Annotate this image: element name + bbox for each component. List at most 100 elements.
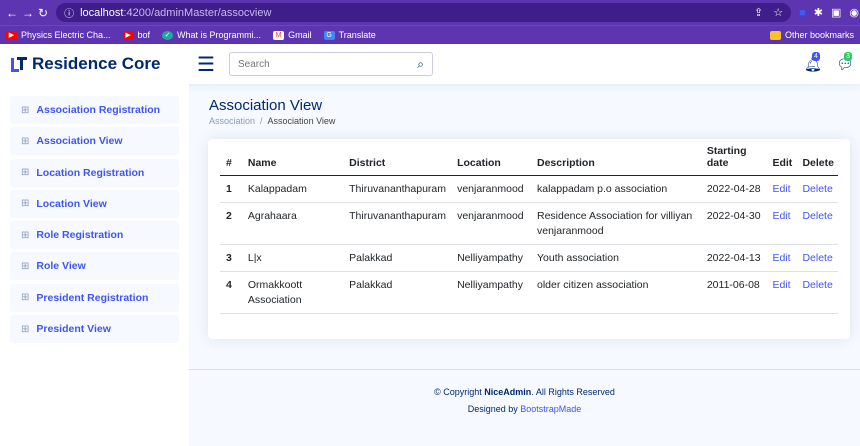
delete-link[interactable]: Delete: [802, 183, 832, 195]
reload-icon[interactable]: ↻: [38, 6, 48, 20]
edit-link[interactable]: Edit: [772, 279, 790, 291]
table-row: 1 Kalappadam Thiruvananthapuram venjaran…: [220, 175, 838, 203]
cell-date: 2022-04-13: [700, 244, 767, 272]
cell-name: Kalappadam: [241, 175, 344, 203]
cell-name: Ormakkoott Association: [241, 271, 344, 314]
sidebar-item-role-registration[interactable]: ⊞ Role Registration: [10, 221, 179, 250]
gmail-icon: M: [273, 30, 285, 40]
extension-icon[interactable]: ■: [799, 7, 806, 19]
sidebar-item-president-view[interactable]: ⊞ President View: [10, 315, 179, 344]
app-header: Residence Core ☰ ⌕ 🔔︎4 💬︎3: [0, 44, 860, 84]
cell-delete: Delete: [796, 271, 838, 314]
cell-district: Thiruvananthapuram: [343, 202, 452, 245]
grid-icon: ⊞: [21, 323, 30, 335]
cell-num: 2: [220, 202, 242, 245]
grid-icon: ⊞: [21, 292, 30, 304]
address-bar[interactable]: ⓘ localhost:4200/adminMaster/assocview ⇪…: [56, 3, 792, 22]
toggle-sidebar-icon[interactable]: ☰: [197, 52, 217, 77]
search-icon[interactable]: ⌕: [417, 57, 424, 72]
sidebar-item-location-registration[interactable]: ⊞ Location Registration: [10, 158, 179, 187]
search-input[interactable]: [238, 58, 418, 70]
table-header-row: # Name District Location Description Sta…: [220, 145, 838, 176]
cell-delete: Delete: [796, 175, 838, 203]
bookmark-item[interactable]: ✓ What is Programmi...: [162, 30, 261, 40]
designer-link[interactable]: BootstrapMade: [520, 404, 581, 414]
sidepanel-icon[interactable]: ▣: [831, 6, 841, 19]
bookmark-label: bof: [137, 30, 151, 40]
sidebar-item-association-view[interactable]: ⊞ Association View: [10, 127, 179, 156]
back-icon[interactable]: ←: [6, 6, 18, 20]
col-header-date: date: [706, 157, 729, 169]
profile-avatar[interactable]: ◉: [849, 6, 859, 19]
url-path: :4200/adminMaster/assocview: [123, 6, 272, 19]
other-bookmarks-label: Other bookmarks: [784, 30, 854, 40]
cell-location: Nelliyampathy: [451, 244, 531, 272]
edit-link[interactable]: Edit: [772, 183, 790, 195]
col-header-name: Name: [241, 145, 344, 176]
cell-description: Residence Association for villiyan venja…: [531, 202, 701, 245]
col-header-num: #: [220, 145, 242, 176]
sidebar: ⊞ Association Registration ⊞ Association V…: [0, 84, 189, 446]
grid-icon: ⊞: [21, 260, 30, 272]
sidebar-item-association-registration[interactable]: ⊞ Association Registration: [10, 96, 179, 124]
brand-logo[interactable]: Residence Core: [0, 54, 200, 74]
col-header-description: Description: [531, 145, 701, 176]
bookmark-label: Translate: [338, 30, 376, 40]
copyright-suffix: . All Rights Reserved: [531, 387, 615, 397]
table-row: 4 Ormakkoott Association Palakkad Nelliy…: [220, 271, 838, 314]
bookmark-item[interactable]: M Gmail: [273, 30, 312, 40]
cell-description: older citizen association: [531, 271, 701, 314]
sidebar-item-president-registration[interactable]: ⊞ President Registration: [10, 283, 179, 312]
designed-by-label: Designed by: [467, 404, 521, 414]
copyright-prefix: © Copyright: [434, 387, 485, 397]
bookmark-item[interactable]: ▶ bof: [122, 30, 151, 40]
grid-icon: ⊞: [21, 229, 30, 241]
url-host: localhost: [80, 6, 124, 19]
other-bookmarks[interactable]: Other bookmarks: [769, 30, 854, 40]
delete-link[interactable]: Delete: [802, 210, 832, 222]
site-info-icon[interactable]: ⓘ: [64, 5, 74, 20]
sidebar-item-label: Role View: [36, 260, 86, 273]
cell-delete: Delete: [796, 202, 838, 245]
cell-date: 2011-06-08: [700, 271, 767, 314]
bookmark-item[interactable]: G Translate: [323, 30, 376, 40]
cell-district: Thiruvananthapuram: [343, 175, 452, 203]
bookmark-item[interactable]: ▶ Physics Electric Cha...: [6, 30, 111, 40]
main-content: Association View Association / Association…: [189, 84, 860, 446]
puzzle-icon[interactable]: ✱: [814, 6, 823, 19]
breadcrumb: Association / Association View: [209, 116, 335, 126]
messages-icon[interactable]: 💬︎ 3: [836, 52, 854, 73]
col-header-starting: Starting: [706, 145, 747, 157]
page-title: Association View: [209, 97, 323, 114]
share-icon[interactable]: ⇪: [754, 6, 763, 19]
edit-link[interactable]: Edit: [772, 210, 790, 222]
sidebar-item-label: Location View: [36, 197, 107, 210]
forward-icon[interactable]: →: [22, 6, 34, 20]
cell-edit: Edit: [766, 244, 797, 272]
notifications-badge: 4: [812, 52, 820, 61]
breadcrumb-link-association[interactable]: Association: [209, 116, 255, 126]
delete-link[interactable]: Delete: [802, 252, 832, 264]
delete-link[interactable]: Delete: [802, 279, 832, 291]
cell-location: venjaranmood: [451, 175, 531, 203]
cell-delete: Delete: [796, 244, 838, 272]
bookmark-star-icon[interactable]: ☆: [773, 6, 783, 19]
sidebar-item-role-view[interactable]: ⊞ Role View: [10, 252, 179, 281]
cell-num: 1: [220, 175, 242, 203]
cell-location: venjaranmood: [451, 202, 531, 245]
bookmark-label: Physics Electric Cha...: [21, 30, 111, 40]
cell-edit: Edit: [766, 202, 797, 245]
cell-location: Nelliyampathy: [451, 271, 531, 314]
edit-link[interactable]: Edit: [772, 252, 790, 264]
cell-num: 3: [220, 244, 242, 272]
notifications-bell-icon[interactable]: 🔔︎ 4: [804, 52, 822, 73]
sidebar-item-label: President View: [36, 323, 111, 336]
breadcrumb-separator: /: [260, 116, 263, 126]
sidebar-item-location-view[interactable]: ⊞ Location View: [10, 189, 179, 218]
logo-icon: [11, 57, 27, 72]
breadcrumb-current: Association View: [267, 116, 336, 126]
bookmark-label: What is Programmi...: [177, 30, 262, 40]
search-bar: ⌕: [229, 52, 433, 76]
youtube-icon: ▶: [122, 30, 134, 40]
sidebar-item-label: Role Registration: [36, 229, 124, 242]
